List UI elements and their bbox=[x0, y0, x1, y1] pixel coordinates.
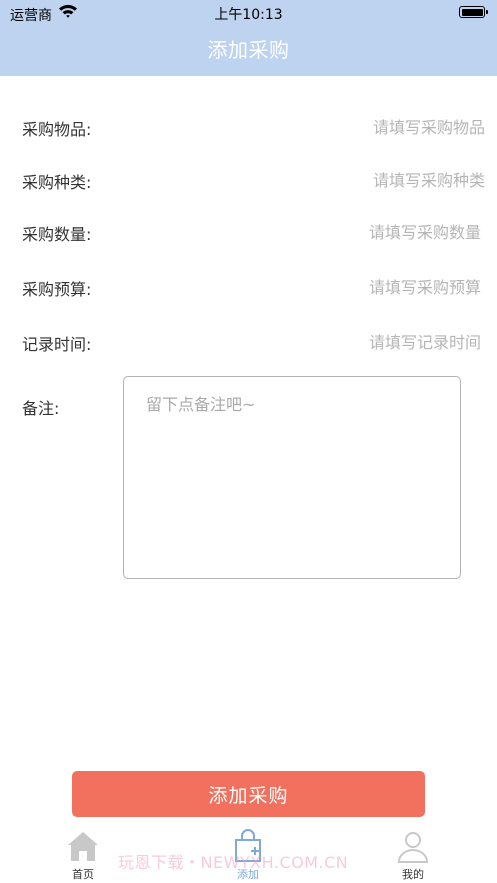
form-row-record-time: 记录时间: bbox=[0, 327, 497, 357]
user-icon bbox=[395, 828, 431, 864]
notes-textarea[interactable] bbox=[123, 376, 461, 579]
tab-mine[interactable]: 我的 bbox=[363, 822, 463, 883]
budget-input[interactable] bbox=[221, 272, 481, 302]
quantity-input[interactable] bbox=[221, 217, 481, 247]
battery-icon bbox=[459, 6, 488, 18]
tab-mine-label: 我的 bbox=[402, 868, 424, 881]
home-icon bbox=[65, 828, 101, 864]
form-row-item: 采购物品: bbox=[0, 112, 497, 142]
form-row-budget: 采购预算: bbox=[0, 272, 497, 302]
form-row-quantity: 采购数量: bbox=[0, 217, 497, 247]
record-time-input[interactable] bbox=[221, 327, 481, 357]
item-input[interactable] bbox=[225, 112, 485, 142]
page-title: 添加采购 bbox=[207, 38, 290, 62]
status-time: 上午10:13 bbox=[214, 7, 283, 23]
submit-button[interactable]: 添加采购 bbox=[72, 771, 425, 817]
quantity-label: 采购数量: bbox=[22, 225, 92, 244]
budget-label: 采购预算: bbox=[22, 280, 92, 299]
record-time-label: 记录时间: bbox=[22, 335, 92, 354]
status-bar: 运营商 上午10:13 bbox=[0, 0, 497, 26]
notes-label: 备注: bbox=[22, 399, 60, 418]
form-row-category: 采购种类: bbox=[0, 165, 497, 195]
nav-bar: 添加采购 bbox=[0, 26, 497, 76]
watermark-text: 玩恩下载・NEWYXH.COM.CN bbox=[118, 853, 349, 872]
item-label: 采购物品: bbox=[22, 120, 92, 139]
category-label: 采购种类: bbox=[22, 173, 92, 192]
category-input[interactable] bbox=[225, 165, 485, 195]
